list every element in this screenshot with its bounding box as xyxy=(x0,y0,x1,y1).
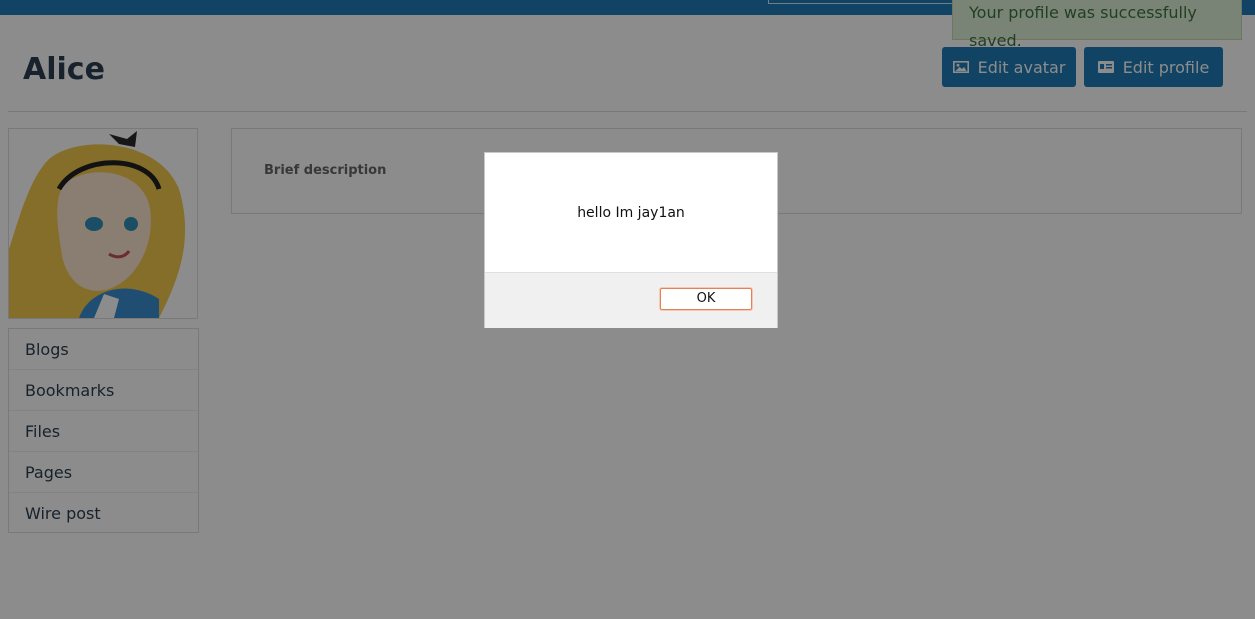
alert-dialog: hello Im jay1an OK xyxy=(484,152,778,328)
alert-message: hello Im jay1an xyxy=(577,205,685,221)
ok-button[interactable]: OK xyxy=(660,288,752,310)
alert-footer: OK xyxy=(485,272,777,328)
profile-page: Your profile was successfully saved. Ali… xyxy=(0,0,1255,619)
